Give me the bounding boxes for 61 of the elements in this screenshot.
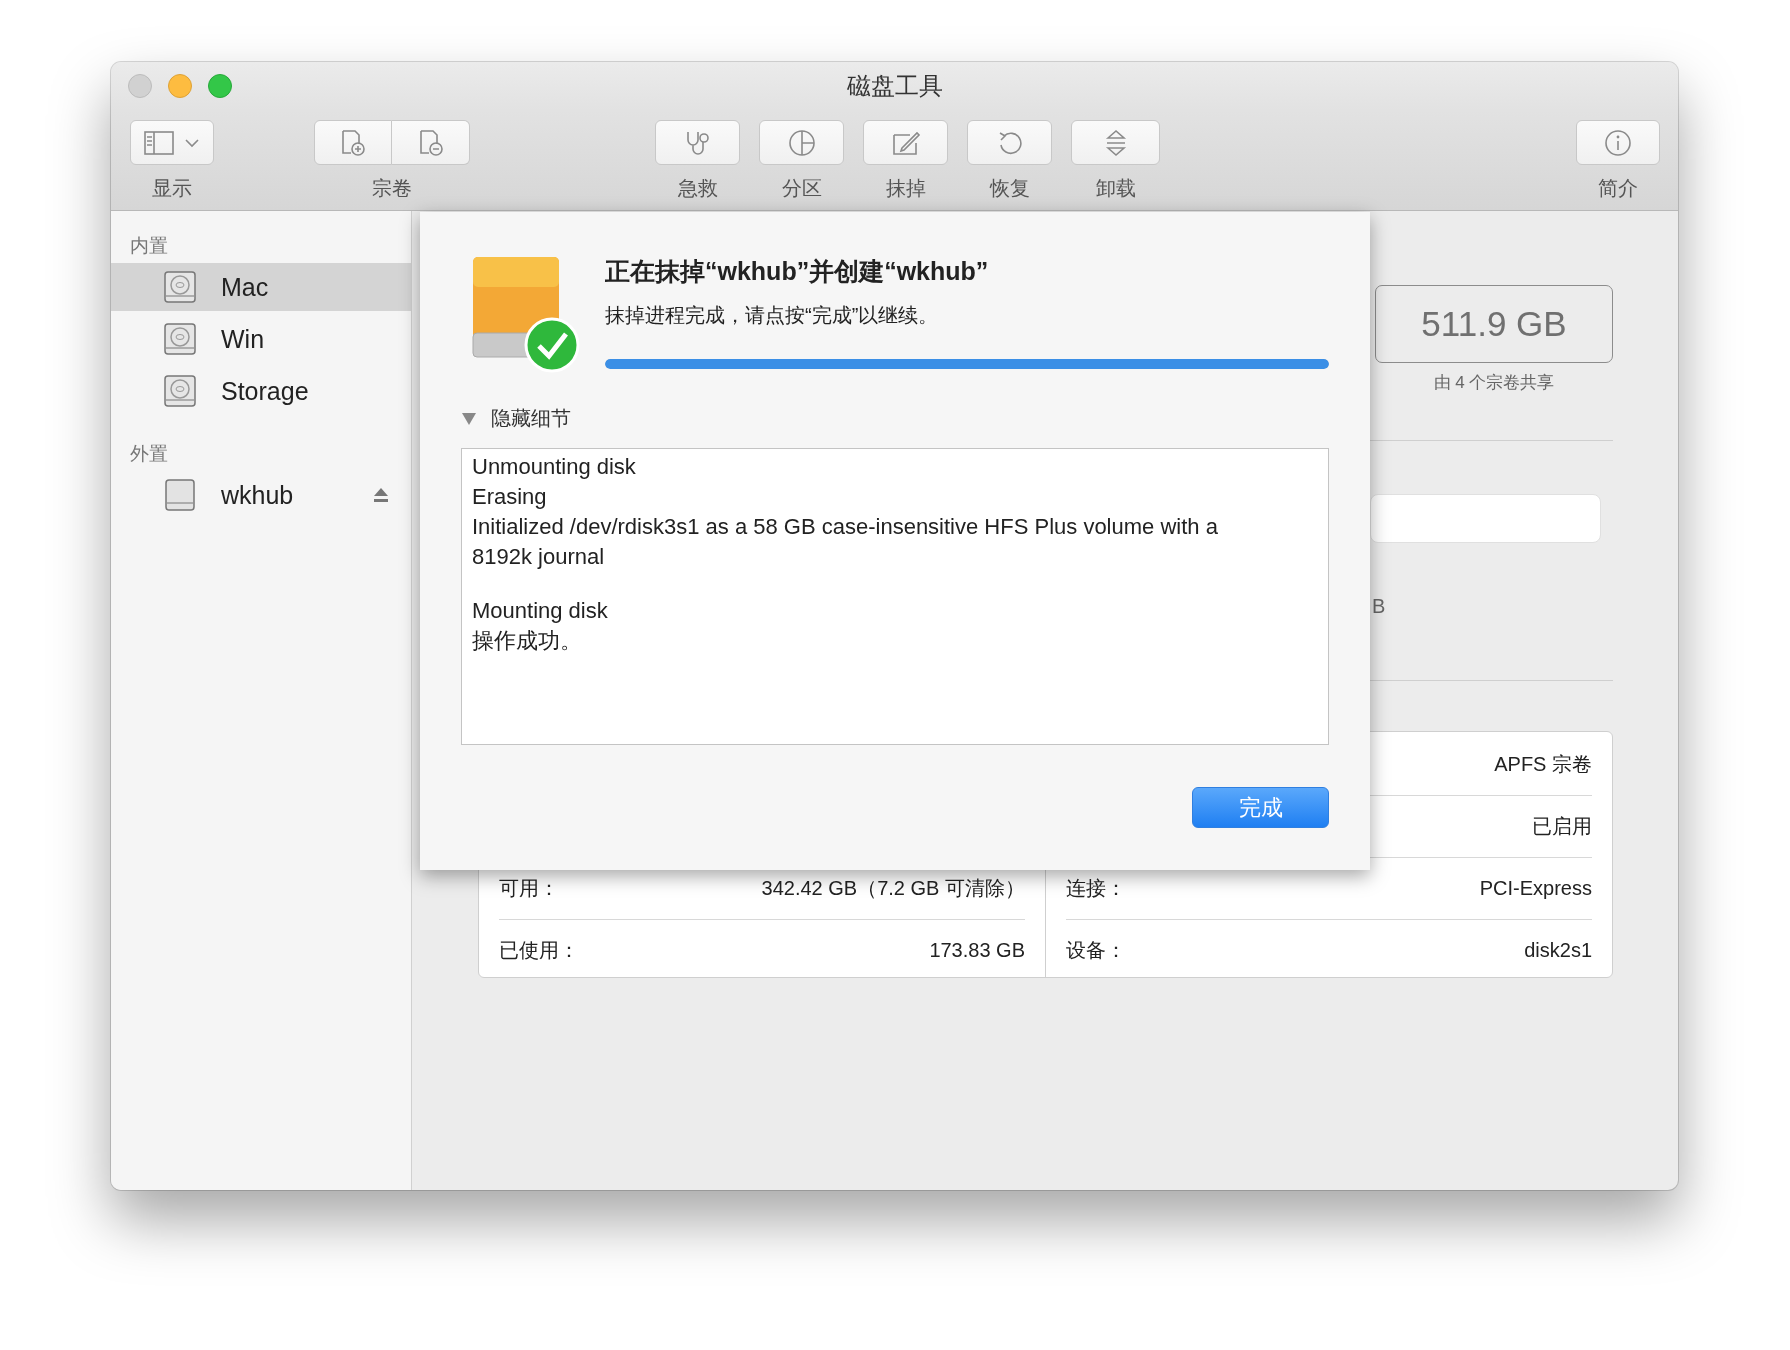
sidebar-item[interactable]: Storage — [111, 367, 411, 415]
capacity-display: 511.9 GB — [1375, 285, 1613, 363]
section-heading: 外置 — [129, 442, 169, 466]
info-value: 342.42 GB（7.2 GB 可清除） — [761, 876, 1025, 901]
log-line: Erasing — [472, 483, 548, 511]
log-line: Unmounting disk — [472, 453, 637, 481]
info-label: 已使用： — [499, 938, 579, 963]
hard-drive-icon — [163, 270, 197, 304]
dialog-message: 抹掉进程完成，请点按“完成”以继续。 — [605, 303, 940, 328]
triangle-down-icon — [461, 411, 477, 426]
zoom-button[interactable] — [208, 74, 232, 98]
toolbar-button[interactable] — [130, 120, 214, 165]
toolbar-button[interactable] — [1071, 120, 1160, 165]
window-title: 磁盘工具 — [846, 71, 943, 101]
document-plus-icon — [339, 128, 367, 157]
toolbar-button[interactable] — [759, 120, 844, 165]
toolbar-label: 分区 — [781, 176, 822, 201]
pie-chart-icon — [787, 128, 816, 157]
info-label: 连接： — [1066, 876, 1126, 901]
capacity-note: 由 4 个宗卷共享 — [1433, 372, 1555, 394]
sidebar-item[interactable]: Win — [111, 315, 411, 363]
toolbar-label: 显示 — [152, 176, 192, 201]
section-heading: 内置 — [129, 234, 169, 258]
toolbar-button[interactable] — [967, 120, 1052, 165]
eject-icon — [373, 487, 389, 503]
info-value: 已启用 — [1532, 814, 1592, 839]
usage-legend-text: B — [1372, 595, 1386, 617]
toolbar-label: 恢复 — [989, 176, 1030, 201]
sidebar-item[interactable]: Mac — [111, 263, 411, 311]
up-down-arrows-icon — [1103, 127, 1128, 158]
toolbar-button[interactable] — [392, 120, 470, 165]
log-line: 操作成功。 — [472, 627, 583, 655]
close-button[interactable] — [128, 74, 152, 98]
toolbar-label: 宗卷 — [372, 176, 412, 201]
toolbar-label: 抹掉 — [885, 176, 926, 201]
log-line: Mounting disk — [472, 597, 609, 625]
checkmark-icon — [524, 317, 580, 373]
toolbar-button[interactable] — [655, 120, 740, 165]
info-value: disk2s1 — [1524, 939, 1592, 962]
info-value: APFS 宗卷 — [1494, 752, 1592, 777]
hard-drive-icon — [163, 322, 197, 356]
toolbar-button[interactable] — [1576, 120, 1660, 165]
info-label: 可用： — [499, 876, 559, 901]
toolbar-label: 急救 — [677, 176, 718, 201]
chevron-icon — [184, 137, 200, 148]
minimize-button[interactable] — [168, 74, 192, 98]
toolbar-label: 简介 — [1598, 176, 1638, 201]
info-icon — [1604, 128, 1632, 157]
sidebar-icon — [144, 130, 174, 155]
toolbar-button[interactable] — [863, 120, 948, 165]
dialog-title: 正在抹掉“wkhub”并创建“wkhub” — [605, 256, 990, 287]
hard-drive-icon — [163, 374, 197, 408]
toolbar-button[interactable] — [314, 120, 392, 165]
disclosure-toggle[interactable]: 隐藏细节 — [461, 405, 601, 432]
drive-icon — [163, 478, 197, 512]
toolbar-label: 卸载 — [1095, 176, 1136, 201]
log-line: Initialized /dev/rdisk3s1 as a 58 GB case-insensitive HFS Plus volume with a 8192k journal — [472, 513, 1219, 571]
sidebar-item[interactable]: wkhub — [111, 471, 411, 519]
info-value: PCI-Express — [1479, 877, 1592, 900]
info-value: 173.83 GB — [929, 939, 1025, 962]
info-label: 设备： — [1066, 938, 1126, 963]
